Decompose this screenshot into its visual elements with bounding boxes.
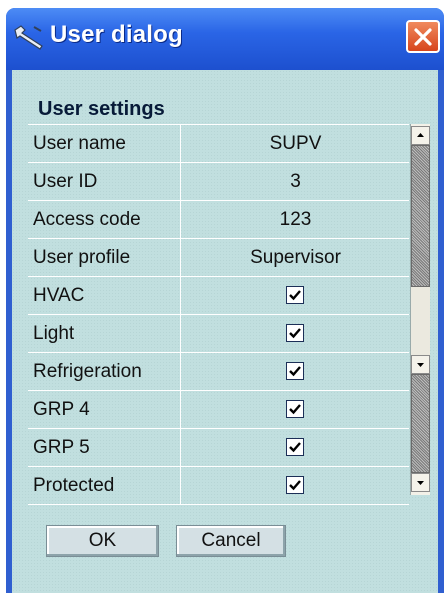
checkbox[interactable]	[286, 362, 304, 380]
user-dialog-window: User dialog User settings User name SUPV U…	[6, 8, 444, 593]
scroll-track[interactable]	[411, 287, 430, 355]
close-button[interactable]	[406, 20, 440, 53]
settings-table: User name SUPV User ID 3 Access code 123 User …	[28, 124, 409, 505]
table-row: Refrigeration	[28, 353, 409, 391]
checkbox[interactable]	[286, 324, 304, 342]
window-title: User dialog	[50, 21, 183, 48]
table-row: GRP 4	[28, 391, 409, 429]
checkbox[interactable]	[286, 476, 304, 494]
row-label: User name	[28, 125, 181, 162]
checkmark-icon	[289, 366, 301, 377]
row-label: User profile	[28, 239, 181, 276]
row-value[interactable]: SUPV	[182, 125, 409, 162]
table-row: Access code 123	[28, 201, 409, 239]
row-value-cell	[182, 315, 409, 352]
arrow-down-icon	[417, 481, 424, 485]
row-label: Refrigeration	[28, 353, 181, 390]
checkmark-icon	[289, 404, 301, 415]
row-value[interactable]: Supervisor	[182, 239, 409, 276]
row-value[interactable]: 3	[182, 163, 409, 200]
checkmark-icon	[289, 290, 301, 301]
dialog-body: User settings User name SUPV User ID 3 Acces…	[12, 70, 438, 593]
scroll-down-button-2[interactable]	[411, 473, 430, 492]
ok-button[interactable]: OK	[46, 525, 159, 557]
checkmark-icon	[289, 442, 301, 453]
row-value-cell	[182, 353, 409, 390]
table-row: User name SUPV	[28, 125, 409, 163]
row-label: HVAC	[28, 277, 181, 314]
checkbox[interactable]	[286, 438, 304, 456]
cancel-button[interactable]: Cancel	[176, 525, 286, 557]
scroll-up-button[interactable]	[411, 126, 430, 145]
checkmark-icon	[289, 480, 301, 491]
scroll-down-button[interactable]	[411, 355, 430, 374]
row-label: Access code	[28, 201, 181, 238]
table-row: HVAC	[28, 277, 409, 315]
table-row: GRP 5	[28, 429, 409, 467]
checkbox[interactable]	[286, 286, 304, 304]
row-value[interactable]: 123	[182, 201, 409, 238]
row-label: GRP 5	[28, 429, 181, 466]
row-label: Light	[28, 315, 181, 352]
table-row: Light	[28, 315, 409, 353]
close-icon	[414, 28, 432, 46]
checkbox[interactable]	[286, 400, 304, 418]
row-value-cell	[182, 277, 409, 314]
row-label: Protected	[28, 467, 181, 504]
row-value-cell	[182, 429, 409, 466]
title-bar[interactable]: User dialog	[6, 8, 444, 70]
row-label: GRP 4	[28, 391, 181, 428]
scroll-thumb[interactable]	[411, 145, 430, 287]
row-value-cell	[182, 467, 409, 504]
checkmark-icon	[289, 328, 301, 339]
section-title: User settings	[38, 98, 165, 120]
table-row: User profile Supervisor	[28, 239, 409, 277]
table-row: Protected	[28, 467, 409, 505]
scroll-thumb-2[interactable]	[411, 374, 430, 473]
arrow-down-icon	[417, 363, 424, 367]
row-value-cell	[182, 391, 409, 428]
table-row: User ID 3	[28, 163, 409, 201]
arrow-up-icon	[417, 133, 424, 137]
scrollbar[interactable]	[410, 124, 430, 495]
row-label: User ID	[28, 163, 181, 200]
tools-icon	[14, 25, 43, 50]
